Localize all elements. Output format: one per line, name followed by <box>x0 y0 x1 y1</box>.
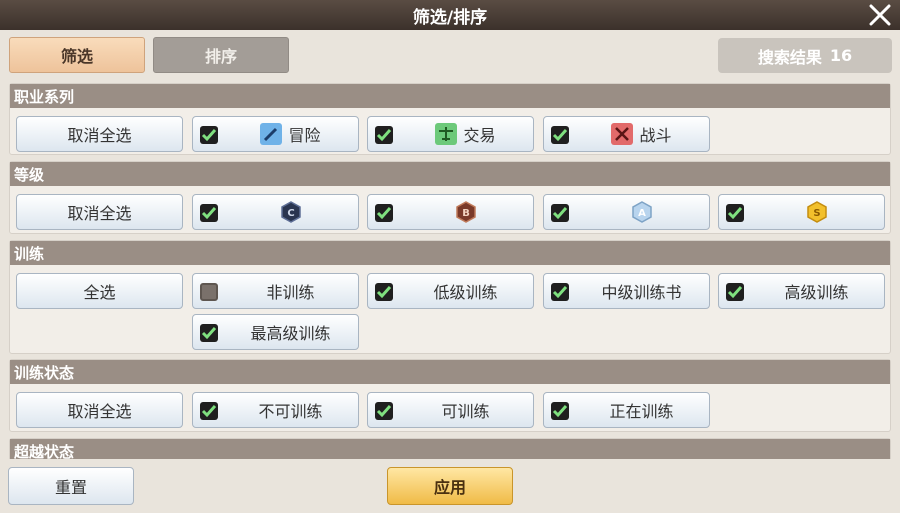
option-mid-training-book[interactable]: 中级训练书 <box>543 273 710 309</box>
option-grade-s[interactable]: S <box>718 194 885 230</box>
option-grade-c[interactable]: C <box>192 194 359 230</box>
option-grade-a[interactable]: A <box>543 194 710 230</box>
filter-scroll-area[interactable]: 职业系列 取消全选 冒险 交易 战斗 等级 取消全选 C B A S 训练 全选… <box>6 79 894 459</box>
option-trainable[interactable]: 可训练 <box>367 392 534 428</box>
option-trade[interactable]: 交易 <box>367 116 534 152</box>
close-icon <box>869 4 891 26</box>
grade-s-letter: S <box>813 208 820 219</box>
section-header: 训练状态 <box>10 360 890 384</box>
search-result-badge: 搜索结果 16 <box>718 38 892 73</box>
pen-icon <box>260 123 283 145</box>
section-header: 超越状态 <box>10 439 890 459</box>
swords-icon <box>611 123 634 145</box>
option-adventure[interactable]: 冒险 <box>192 116 359 152</box>
option-training-in-progress[interactable]: 正在训练 <box>543 392 710 428</box>
option-grade-b[interactable]: B <box>367 194 534 230</box>
checkbox-checked[interactable] <box>375 204 393 222</box>
grade-b-icon: B <box>455 201 476 223</box>
apply-button[interactable]: 应用 <box>387 467 513 505</box>
checkbox-checked[interactable] <box>551 204 569 222</box>
grade-c-icon: C <box>280 201 301 223</box>
checkbox-checked[interactable] <box>375 126 393 144</box>
option-high-training[interactable]: 高级训练 <box>718 273 885 309</box>
option-label: 交易 <box>463 126 496 145</box>
option-untrainable[interactable]: 不可训练 <box>192 392 359 428</box>
option-label: 可训练 <box>441 402 490 421</box>
section-grade: 等级 取消全选 C B A S <box>9 161 891 234</box>
section-transcend: 超越状态 <box>9 438 891 459</box>
option-label: 非训练 <box>266 283 315 302</box>
checkbox-unchecked[interactable] <box>200 283 218 301</box>
section-header: 职业系列 <box>10 84 890 108</box>
option-label: 高级训练 <box>784 283 849 302</box>
result-label: 搜索结果 <box>757 47 822 67</box>
option-no-training[interactable]: 非训练 <box>192 273 359 309</box>
option-low-training[interactable]: 低级训练 <box>367 273 534 309</box>
option-label: 低级训练 <box>433 283 498 302</box>
option-label: 正在训练 <box>609 402 674 421</box>
title-bar: 筛选/排序 <box>0 0 900 30</box>
reset-button[interactable]: 重置 <box>8 467 134 505</box>
section-profession: 职业系列 取消全选 冒险 交易 战斗 <box>9 83 891 155</box>
option-top-training[interactable]: 最高级训练 <box>192 314 359 350</box>
scale-icon <box>435 123 458 145</box>
option-label: 最高级训练 <box>250 324 331 343</box>
option-combat[interactable]: 战斗 <box>543 116 710 152</box>
tab-filter[interactable]: 筛选 <box>9 37 145 73</box>
checkbox-checked[interactable] <box>200 402 218 420</box>
close-button[interactable] <box>866 1 894 29</box>
checkbox-checked[interactable] <box>375 283 393 301</box>
checkbox-checked[interactable] <box>200 204 218 222</box>
checkbox-checked[interactable] <box>551 126 569 144</box>
option-label: 不可训练 <box>258 402 323 421</box>
deselect-all-button[interactable]: 取消全选 <box>16 194 183 230</box>
section-header: 等级 <box>10 162 890 186</box>
select-all-button[interactable]: 全选 <box>16 273 183 309</box>
section-training: 训练 全选 非训练 低级训练 中级训练书 高级训练 最高级训练 <box>9 240 891 354</box>
grade-a-letter: A <box>638 208 646 219</box>
option-label: 中级训练书 <box>601 283 682 302</box>
option-label: 战斗 <box>639 126 672 145</box>
grade-a-icon: A <box>631 201 652 223</box>
checkbox-checked[interactable] <box>551 283 569 301</box>
checkbox-checked[interactable] <box>551 402 569 420</box>
tab-sort[interactable]: 排序 <box>153 37 289 73</box>
checkbox-checked[interactable] <box>726 204 744 222</box>
checkbox-checked[interactable] <box>200 324 218 342</box>
deselect-all-button[interactable]: 取消全选 <box>16 392 183 428</box>
checkbox-checked[interactable] <box>200 126 218 144</box>
deselect-all-button[interactable]: 取消全选 <box>16 116 183 152</box>
window-title: 筛选/排序 <box>412 7 488 28</box>
grade-b-letter: B <box>462 208 470 219</box>
section-training-status: 训练状态 取消全选 不可训练 可训练 正在训练 <box>9 359 891 432</box>
checkbox-checked[interactable] <box>375 402 393 420</box>
checkbox-checked[interactable] <box>726 283 744 301</box>
grade-s-icon: S <box>806 201 827 223</box>
section-header: 训练 <box>10 241 890 265</box>
grade-c-letter: C <box>287 208 294 219</box>
option-label: 冒险 <box>288 126 321 145</box>
result-count: 16 <box>829 46 853 65</box>
